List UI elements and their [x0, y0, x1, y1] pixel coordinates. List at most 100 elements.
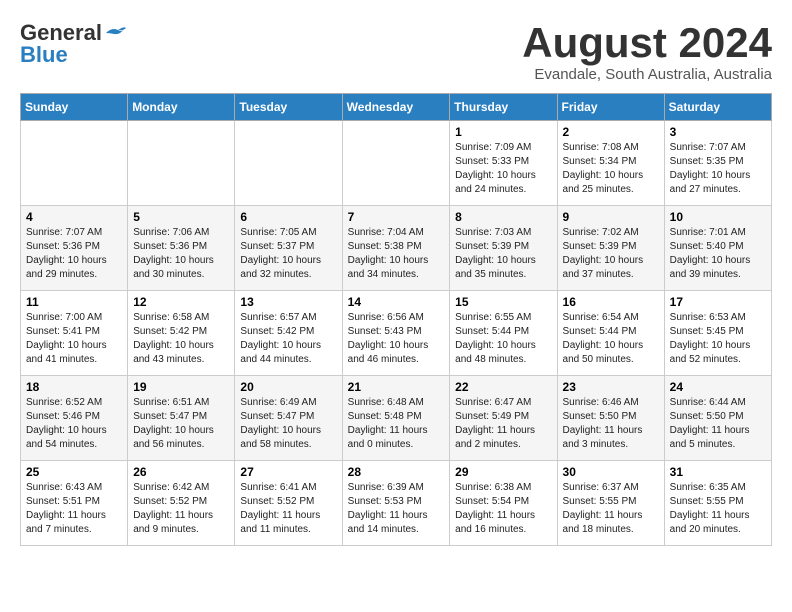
day-number: 6	[240, 210, 336, 224]
calendar-cell: 10Sunrise: 7:01 AMSunset: 5:40 PMDayligh…	[664, 206, 771, 291]
day-info: Sunrise: 7:00 AMSunset: 5:41 PMDaylight:…	[26, 311, 122, 367]
logo: General Blue	[20, 20, 126, 68]
day-number: 23	[563, 380, 659, 394]
page-header: General Blue August 2024 Evandale, South…	[20, 20, 772, 83]
day-info: Sunrise: 6:35 AMSunset: 5:55 PMDaylight:…	[670, 481, 766, 537]
calendar-week-row: 1 Sunrise: 7:09 AMSunset: 5:33 PMDaylight…	[21, 121, 772, 206]
day-info: Sunrise: 6:53 AMSunset: 5:45 PMDaylight:…	[670, 311, 766, 367]
day-info: Sunrise: 6:42 AMSunset: 5:52 PMDaylight:…	[133, 481, 229, 537]
day-number: 1	[455, 125, 551, 139]
day-number: 22	[455, 380, 551, 394]
day-number: 17	[670, 295, 766, 309]
calendar-cell	[128, 121, 235, 206]
calendar-cell	[21, 121, 128, 206]
calendar-cell: 4 Sunrise: 7:07 AMSunset: 5:36 PMDaylight…	[21, 206, 128, 291]
calendar-week-row: 11 Sunrise: 7:00 AMSunset: 5:41 PMDayligh…	[21, 291, 772, 376]
day-number: 27	[240, 465, 336, 479]
day-info: Sunrise: 6:51 AMSunset: 5:47 PMDaylight:…	[133, 396, 229, 452]
calendar-cell: 18Sunrise: 6:52 AMSunset: 5:46 PMDayligh…	[21, 376, 128, 461]
weekday-header: Saturday	[664, 94, 771, 121]
weekday-header: Monday	[128, 94, 235, 121]
calendar-cell: 9 Sunrise: 7:02 AMSunset: 5:39 PMDaylight…	[557, 206, 664, 291]
day-number: 21	[348, 380, 445, 394]
calendar-cell: 23 Sunrise: 6:46 AMSunset: 5:50 PMDayligh…	[557, 376, 664, 461]
day-number: 30	[563, 465, 659, 479]
day-number: 13	[240, 295, 336, 309]
calendar-cell: 31 Sunrise: 6:35 AMSunset: 5:55 PMDayligh…	[664, 461, 771, 546]
day-info: Sunrise: 6:39 AMSunset: 5:53 PMDaylight:…	[348, 481, 445, 537]
day-info: Sunrise: 6:56 AMSunset: 5:43 PMDaylight:…	[348, 311, 445, 367]
day-info: Sunrise: 6:46 AMSunset: 5:50 PMDaylight:…	[563, 396, 659, 452]
month-title: August 2024	[522, 20, 772, 66]
day-info: Sunrise: 6:52 AMSunset: 5:46 PMDaylight:…	[26, 396, 122, 452]
day-number: 4	[26, 210, 122, 224]
weekday-header: Friday	[557, 94, 664, 121]
day-info: Sunrise: 6:43 AMSunset: 5:51 PMDaylight:…	[26, 481, 122, 537]
calendar-cell: 6 Sunrise: 7:05 AMSunset: 5:37 PMDaylight…	[235, 206, 342, 291]
calendar-cell: 11 Sunrise: 7:00 AMSunset: 5:41 PMDayligh…	[21, 291, 128, 376]
day-number: 9	[563, 210, 659, 224]
day-number: 16	[563, 295, 659, 309]
day-info: Sunrise: 6:49 AMSunset: 5:47 PMDaylight:…	[240, 396, 336, 452]
day-number: 5	[133, 210, 229, 224]
logo-bird-icon	[104, 25, 126, 41]
calendar-cell: 30 Sunrise: 6:37 AMSunset: 5:55 PMDayligh…	[557, 461, 664, 546]
day-number: 31	[670, 465, 766, 479]
day-info: Sunrise: 7:07 AMSunset: 5:35 PMDaylight:…	[670, 141, 766, 197]
calendar-week-row: 18Sunrise: 6:52 AMSunset: 5:46 PMDayligh…	[21, 376, 772, 461]
calendar-week-row: 25 Sunrise: 6:43 AMSunset: 5:51 PMDayligh…	[21, 461, 772, 546]
calendar-cell: 13 Sunrise: 6:57 AMSunset: 5:42 PMDayligh…	[235, 291, 342, 376]
day-info: Sunrise: 6:54 AMSunset: 5:44 PMDaylight:…	[563, 311, 659, 367]
calendar-cell: 3 Sunrise: 7:07 AMSunset: 5:35 PMDaylight…	[664, 121, 771, 206]
day-info: Sunrise: 7:04 AMSunset: 5:38 PMDaylight:…	[348, 226, 445, 282]
day-info: Sunrise: 7:03 AMSunset: 5:39 PMDaylight:…	[455, 226, 551, 282]
calendar-cell: 1 Sunrise: 7:09 AMSunset: 5:33 PMDaylight…	[450, 121, 557, 206]
day-info: Sunrise: 7:05 AMSunset: 5:37 PMDaylight:…	[240, 226, 336, 282]
day-info: Sunrise: 6:55 AMSunset: 5:44 PMDaylight:…	[455, 311, 551, 367]
calendar-cell: 21Sunrise: 6:48 AMSunset: 5:48 PMDayligh…	[342, 376, 450, 461]
calendar-cell: 22 Sunrise: 6:47 AMSunset: 5:49 PMDayligh…	[450, 376, 557, 461]
calendar-cell: 16 Sunrise: 6:54 AMSunset: 5:44 PMDayligh…	[557, 291, 664, 376]
calendar-cell: 12 Sunrise: 6:58 AMSunset: 5:42 PMDayligh…	[128, 291, 235, 376]
calendar-cell: 8 Sunrise: 7:03 AMSunset: 5:39 PMDaylight…	[450, 206, 557, 291]
day-info: Sunrise: 6:57 AMSunset: 5:42 PMDaylight:…	[240, 311, 336, 367]
day-number: 2	[563, 125, 659, 139]
calendar-cell	[342, 121, 450, 206]
day-number: 15	[455, 295, 551, 309]
day-info: Sunrise: 7:09 AMSunset: 5:33 PMDaylight:…	[455, 141, 551, 197]
day-number: 28	[348, 465, 445, 479]
calendar-cell: 26 Sunrise: 6:42 AMSunset: 5:52 PMDayligh…	[128, 461, 235, 546]
day-info: Sunrise: 6:47 AMSunset: 5:49 PMDaylight:…	[455, 396, 551, 452]
calendar-cell: 2 Sunrise: 7:08 AMSunset: 5:34 PMDaylight…	[557, 121, 664, 206]
day-number: 26	[133, 465, 229, 479]
day-info: Sunrise: 6:38 AMSunset: 5:54 PMDaylight:…	[455, 481, 551, 537]
calendar-table: SundayMondayTuesdayWednesdayThursdayFrid…	[20, 93, 772, 546]
calendar-cell: 5 Sunrise: 7:06 AMSunset: 5:36 PMDaylight…	[128, 206, 235, 291]
weekday-header: Tuesday	[235, 94, 342, 121]
day-number: 12	[133, 295, 229, 309]
logo-blue: Blue	[20, 42, 68, 68]
day-info: Sunrise: 7:01 AMSunset: 5:40 PMDaylight:…	[670, 226, 766, 282]
day-info: Sunrise: 7:02 AMSunset: 5:39 PMDaylight:…	[563, 226, 659, 282]
calendar-cell: 19Sunrise: 6:51 AMSunset: 5:47 PMDayligh…	[128, 376, 235, 461]
calendar-cell: 24Sunrise: 6:44 AMSunset: 5:50 PMDayligh…	[664, 376, 771, 461]
day-info: Sunrise: 7:06 AMSunset: 5:36 PMDaylight:…	[133, 226, 229, 282]
calendar-cell: 17 Sunrise: 6:53 AMSunset: 5:45 PMDayligh…	[664, 291, 771, 376]
day-number: 11	[26, 295, 122, 309]
calendar-cell: 14Sunrise: 6:56 AMSunset: 5:43 PMDayligh…	[342, 291, 450, 376]
day-info: Sunrise: 6:58 AMSunset: 5:42 PMDaylight:…	[133, 311, 229, 367]
calendar-cell: 27Sunrise: 6:41 AMSunset: 5:52 PMDayligh…	[235, 461, 342, 546]
calendar-cell: 7Sunrise: 7:04 AMSunset: 5:38 PMDaylight…	[342, 206, 450, 291]
day-info: Sunrise: 7:07 AMSunset: 5:36 PMDaylight:…	[26, 226, 122, 282]
calendar-cell	[235, 121, 342, 206]
day-number: 25	[26, 465, 122, 479]
calendar-week-row: 4 Sunrise: 7:07 AMSunset: 5:36 PMDaylight…	[21, 206, 772, 291]
day-number: 29	[455, 465, 551, 479]
calendar-cell: 20Sunrise: 6:49 AMSunset: 5:47 PMDayligh…	[235, 376, 342, 461]
location: Evandale, South Australia, Australia	[522, 66, 772, 83]
weekday-header-row: SundayMondayTuesdayWednesdayThursdayFrid…	[21, 94, 772, 121]
day-info: Sunrise: 6:37 AMSunset: 5:55 PMDaylight:…	[563, 481, 659, 537]
day-number: 8	[455, 210, 551, 224]
day-info: Sunrise: 7:08 AMSunset: 5:34 PMDaylight:…	[563, 141, 659, 197]
day-number: 3	[670, 125, 766, 139]
